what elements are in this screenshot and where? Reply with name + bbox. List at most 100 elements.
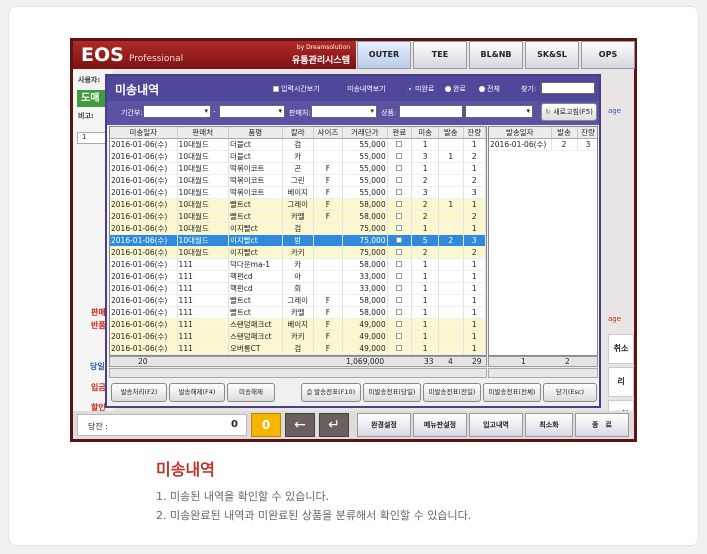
done-checkbox[interactable] <box>387 342 413 355</box>
column-header[interactable]: 사이즈 <box>313 127 343 139</box>
ship-column-header[interactable]: 발송 <box>551 127 578 139</box>
close-button[interactable]: 닫기(Esc) <box>543 383 597 402</box>
ship-scrollbar[interactable] <box>488 368 598 378</box>
ship-column-header[interactable]: 발송일자 <box>489 127 552 139</box>
exit-button[interactable]: 종 료 <box>575 413 629 437</box>
done-checkbox[interactable] <box>387 294 413 307</box>
done-checkbox[interactable] <box>387 258 413 271</box>
unshipped-prevday-button[interactable]: 미발송전표(전일) <box>423 383 481 402</box>
done-checkbox[interactable] <box>387 306 413 319</box>
right-button-2[interactable]: 리 <box>608 367 634 397</box>
app-logo: EOS <box>81 44 124 66</box>
radio-all[interactable]: 전체 <box>479 84 500 94</box>
table-row[interactable]: 2016-01-06(수) 10대월드 빨트ct 카멜 F 58,000 2 2 <box>110 210 486 223</box>
menu-setting-button[interactable]: 메뉴판설정 <box>413 413 467 437</box>
column-header[interactable]: 칼라 <box>282 127 314 139</box>
minimize-button[interactable]: 최소화 <box>525 413 573 437</box>
product-select[interactable]: ▾ <box>465 105 533 118</box>
category-blnb[interactable]: BL&NB <box>469 41 523 69</box>
find-input[interactable] <box>541 82 595 94</box>
period-start-select[interactable]: ▾ <box>143 105 211 118</box>
table-cell: 10대월드 <box>177 174 229 187</box>
product-input[interactable] <box>399 105 463 118</box>
radio-complete[interactable]: 완료 <box>445 84 466 94</box>
category-sksl[interactable]: SK&SL <box>525 41 579 69</box>
column-header[interactable]: 미송 <box>411 127 439 139</box>
done-checkbox[interactable] <box>387 198 413 211</box>
period-end-select[interactable]: ▾ <box>219 105 285 118</box>
column-header[interactable]: 품명 <box>228 127 283 139</box>
table-cell: 1 <box>411 318 439 331</box>
table-row[interactable]: 2016-01-06(수) 10대월드 이지빨ct 카키 75,000 2 2 <box>110 246 486 259</box>
column-header[interactable]: 발송 <box>438 127 464 139</box>
input-time-checkbox[interactable]: 입력시간보기 <box>273 84 320 94</box>
table-row[interactable]: 2016-01-06(수) 111 빨트ct 그레이 F 58,000 1 1 <box>110 294 486 307</box>
done-checkbox[interactable] <box>387 162 413 175</box>
stock-history-button[interactable]: 입고내역 <box>469 413 523 437</box>
misong-cancel-button[interactable]: 미송해제 <box>227 383 275 402</box>
table-row[interactable]: 2016-01-06(수) 10대월드 떡볶이코트 베이지 F 55,000 3 3 <box>110 186 486 199</box>
done-checkbox[interactable] <box>387 138 413 151</box>
table-row[interactable]: 2016-01-06(수) 111 스탠덩패크ct 베이지 F 49,000 1 1 <box>110 318 486 331</box>
column-header[interactable]: 판매처 <box>177 127 229 139</box>
table-cell: 이지빨ct <box>228 234 283 247</box>
table-cell: 베이지 <box>282 318 314 331</box>
table-cell: 75,000 <box>342 246 388 259</box>
unshipped-today-button[interactable]: 미발송전표(당일) <box>363 383 421 402</box>
ship-process-button[interactable]: 발송처리(F2) <box>111 383 167 402</box>
table-row[interactable]: 2016-01-06(수) 111 핵펀cd 아 33,000 1 1 <box>110 270 486 283</box>
refresh-button[interactable]: ↻ 새로고침(F5) <box>541 103 597 121</box>
radio-incomplete[interactable]: 미완료 <box>407 84 434 94</box>
back-arrow-button[interactable]: ← <box>285 413 315 437</box>
cancel-button[interactable]: 취소 <box>608 334 634 364</box>
column-header[interactable]: 잔량 <box>463 127 486 139</box>
ship-row[interactable]: 2016-01-06(수) 2 3 <box>489 138 597 151</box>
table-row[interactable]: 2016-01-06(수) 111 오버롱CT 검 F 49,000 1 1 <box>110 342 486 355</box>
enter-button[interactable]: ↵ <box>319 413 349 437</box>
done-checkbox[interactable] <box>387 330 413 343</box>
done-checkbox[interactable] <box>387 282 413 295</box>
done-checkbox[interactable] <box>387 174 413 187</box>
sum-misong: 33 <box>424 357 434 366</box>
table-row[interactable]: 2016-01-06(수) 10대월드 떡볶이코트 곤 F 55,000 1 1 <box>110 162 486 175</box>
table-row[interactable]: 2016-01-06(수) 111 빨트ct 카멜 F 58,000 1 1 <box>110 306 486 319</box>
seller-select[interactable]: ▾ <box>311 105 377 118</box>
done-checkbox[interactable] <box>387 234 413 247</box>
category-tee[interactable]: TEE <box>413 41 467 69</box>
table-row[interactable]: 2016-01-06(수) 111 스탠덩패크ct 카키 F 49,000 1 1 <box>110 330 486 343</box>
table-cell: 1 <box>411 138 439 151</box>
category-outer[interactable]: OUTER <box>357 41 411 69</box>
ship-column-header[interactable]: 잔량 <box>577 127 597 139</box>
table-row[interactable]: 2016-01-06(수) 111 핵펀cd 회 33,000 1 1 <box>110 282 486 295</box>
unshipped-all-button[interactable]: 미발송전표(전체) <box>483 383 541 402</box>
column-header[interactable]: 미송일자 <box>110 127 178 139</box>
done-checkbox[interactable] <box>387 186 413 199</box>
done-checkbox[interactable] <box>387 246 413 259</box>
checkbox-icon <box>396 225 403 231</box>
done-checkbox[interactable] <box>387 222 413 235</box>
table-cell: 카 <box>282 258 314 271</box>
done-checkbox[interactable] <box>387 270 413 283</box>
table-cell: 1 <box>411 306 439 319</box>
zero-button[interactable]: 0 <box>251 413 281 437</box>
table-row[interactable]: 2016-01-06(수) 10대월드 빨트ct 그레이 F 58,000 2 1 1 <box>110 198 486 211</box>
column-header[interactable]: 거래단가 <box>342 127 388 139</box>
done-checkbox[interactable] <box>387 210 413 223</box>
table-row[interactable]: 2016-01-06(수) 10대월드 이지빨ct 방 75,000 5 2 3 <box>110 234 486 247</box>
done-checkbox[interactable] <box>387 318 413 331</box>
column-header[interactable]: 완료 <box>387 127 413 139</box>
table-row[interactable]: 2016-01-06(수) 10대월드 떡볶이코트 그린 F 55,000 2 2 <box>110 174 486 187</box>
table-row[interactable]: 2016-01-06(수) 10대월드 더블ct 카 55,000 3 1 2 <box>110 150 486 163</box>
table-cell: 빨트ct <box>228 210 283 223</box>
done-checkbox[interactable] <box>387 150 413 163</box>
horizontal-scrollbar[interactable] <box>109 368 487 378</box>
table-row[interactable]: 2016-01-06(수) 10대월드 더블ct 검 55,000 1 1 <box>110 138 486 151</box>
category-ops[interactable]: OPS <box>581 41 635 69</box>
ship-cancel-button[interactable]: 발송해제(F4) <box>169 383 225 402</box>
table-row[interactable]: 2016-01-06(수) 10대월드 이지빨ct 검 75,000 1 1 <box>110 222 486 235</box>
table-row[interactable]: 2016-01-06(수) 111 덕다운ma-1 카 58,000 1 1 <box>110 258 486 271</box>
ship-slip-button[interactable]: ⎙ 발송전표(F10) <box>301 383 361 402</box>
checkbox-icon <box>396 297 403 303</box>
table-cell: 스탠덩패크ct <box>228 318 283 331</box>
setting-button[interactable]: 완경설정 <box>357 413 411 437</box>
